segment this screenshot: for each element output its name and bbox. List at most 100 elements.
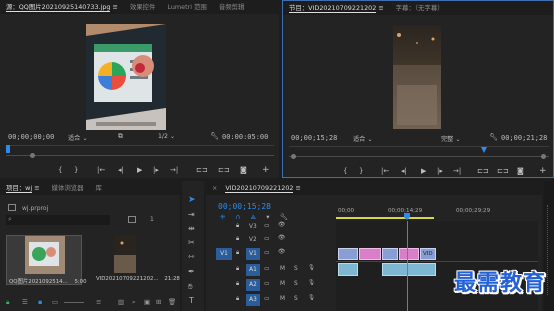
program-quality-dropdown[interactable]: 完整 ⌄ bbox=[441, 134, 461, 143]
a1-clip-2[interactable] bbox=[382, 263, 436, 276]
camera-icon[interactable]: ◙ bbox=[240, 166, 247, 174]
program-playhead[interactable] bbox=[481, 147, 487, 153]
wrench-icon[interactable]: 🔧︎ bbox=[210, 132, 219, 140]
program-step-back-icon[interactable]: ◂| bbox=[401, 167, 407, 175]
source-zoom-bar[interactable] bbox=[6, 153, 274, 159]
tab-libraries[interactable]: 库 bbox=[90, 181, 108, 195]
zoom-slider[interactable] bbox=[64, 302, 84, 303]
list-view-icon[interactable]: ☰ bbox=[22, 298, 28, 306]
extract-icon[interactable]: ⊏⊐ bbox=[497, 167, 509, 175]
v1-clip-1[interactable] bbox=[338, 248, 358, 260]
solo-a3-button[interactable]: S bbox=[294, 296, 298, 302]
sync-v1-icon[interactable]: ▭ bbox=[264, 250, 269, 256]
lock-v2-icon[interactable]: 🔒︎ bbox=[236, 236, 239, 243]
lock-icon[interactable]: 🔒︎ bbox=[6, 298, 9, 307]
program-add-button-icon[interactable]: + bbox=[539, 166, 547, 176]
new-bin-icon[interactable] bbox=[128, 216, 136, 223]
track-v1-label[interactable]: V1 bbox=[246, 248, 260, 260]
tab-lumetri-scopes[interactable]: Lumetri 范围 bbox=[161, 0, 212, 14]
mute-a1-button[interactable]: M bbox=[280, 266, 285, 272]
overwrite-icon[interactable]: ⊏⊐ bbox=[218, 166, 230, 174]
sync-v3-icon[interactable]: ▭ bbox=[264, 223, 269, 229]
program-step-forward-icon[interactable]: |▸ bbox=[437, 167, 443, 175]
insert-icon[interactable]: ⊏⊐ bbox=[196, 166, 208, 174]
program-play-icon[interactable]: ▶ bbox=[421, 167, 426, 175]
snap-icon[interactable]: ∩ bbox=[236, 213, 241, 221]
eye-v2-icon[interactable]: 👁︎ bbox=[278, 235, 285, 241]
program-timecode[interactable]: 00;00;15;28 bbox=[291, 134, 337, 142]
type-tool-icon[interactable]: T bbox=[189, 296, 194, 305]
program-fit-dropdown[interactable]: 适合 ⌄ bbox=[353, 134, 373, 143]
settings-icon[interactable]: 🔧︎ bbox=[280, 213, 288, 221]
sync-a2-icon[interactable]: ▭ bbox=[264, 281, 269, 287]
razor-tool-icon[interactable]: ✂ bbox=[188, 238, 195, 247]
track-a3-label[interactable]: A3 bbox=[246, 294, 260, 306]
mark-in-icon[interactable]: { bbox=[58, 166, 62, 174]
lock-v1-icon[interactable]: 🔒︎ bbox=[236, 250, 239, 257]
eye-v1-icon[interactable]: 👁︎ bbox=[278, 249, 285, 255]
track-select-tool-icon[interactable]: ⇥ bbox=[188, 210, 195, 219]
lock-a3-icon[interactable]: 🔒︎ bbox=[236, 296, 239, 303]
slip-tool-icon[interactable]: ⇿ bbox=[188, 252, 195, 261]
ripple-edit-tool-icon[interactable]: ⇹ bbox=[188, 224, 195, 233]
source-fit-dropdown[interactable]: 适合 ⌄ bbox=[68, 133, 88, 142]
a1-clip-1[interactable] bbox=[338, 263, 358, 276]
mic-a1-icon[interactable]: 🎙︎ bbox=[308, 265, 315, 271]
program-go-to-in-icon[interactable]: |← bbox=[381, 167, 389, 175]
timeline-timecode[interactable]: 00;00;15;28 bbox=[218, 202, 271, 211]
tab-project[interactable]: 项目：wj ≡ bbox=[0, 181, 46, 195]
add-button-icon[interactable]: + bbox=[262, 165, 270, 175]
program-wrench-icon[interactable]: 🔧︎ bbox=[489, 133, 498, 141]
work-area-bar[interactable] bbox=[336, 217, 434, 219]
project-search-input[interactable]: ⌕ bbox=[6, 215, 110, 225]
track-a2-label[interactable]: A2 bbox=[246, 279, 260, 291]
program-mark-out-icon[interactable]: } bbox=[359, 167, 363, 175]
lock-a2-icon[interactable]: 🔒︎ bbox=[236, 281, 239, 288]
program-go-to-out-icon[interactable]: →| bbox=[453, 167, 461, 175]
sort-icon[interactable]: ≡ bbox=[96, 298, 101, 306]
new-bin-footer-icon[interactable]: ▣ bbox=[144, 298, 150, 306]
tab-effect-controls[interactable]: 效果控件 bbox=[124, 0, 162, 14]
eye-v3-icon[interactable]: 👁︎ bbox=[278, 222, 285, 228]
v1-clip-3[interactable] bbox=[382, 248, 398, 260]
source-patch-v1[interactable]: V1 bbox=[216, 248, 232, 260]
mute-a3-button[interactable]: M bbox=[280, 296, 285, 302]
source-scrub-bar[interactable] bbox=[6, 145, 274, 153]
trash-icon[interactable]: 🗑︎ bbox=[168, 298, 176, 306]
time-ruler[interactable]: 00;00 00;00;14;29 00;00;29;29 bbox=[336, 206, 538, 220]
icon-view-icon[interactable]: ▪ bbox=[38, 298, 42, 306]
go-to-in-icon[interactable]: |← bbox=[97, 166, 105, 174]
solo-a1-button[interactable]: S bbox=[294, 266, 298, 272]
source-zoom-handle[interactable] bbox=[30, 153, 35, 158]
step-back-icon[interactable]: ◂| bbox=[118, 166, 124, 174]
tab-captions[interactable]: 字幕：（无字幕） bbox=[390, 1, 450, 15]
sync-v2-icon[interactable]: ▭ bbox=[264, 236, 269, 242]
linked-icon[interactable]: ⟁ bbox=[250, 213, 256, 221]
source-timecode[interactable]: 00;00;00;00 bbox=[8, 133, 54, 141]
program-mark-in-icon[interactable]: { bbox=[343, 167, 347, 175]
project-item-card[interactable]: QQ图片2021092514... 5:00 bbox=[6, 235, 87, 285]
tab-program[interactable]: 节目：VID20210709221202 ≡ bbox=[283, 1, 390, 15]
find-icon[interactable]: ⌕ bbox=[132, 298, 136, 307]
v1-clip-2[interactable] bbox=[359, 248, 381, 260]
selection-tool-icon[interactable]: ➤ bbox=[188, 195, 196, 205]
lift-icon[interactable]: ⊏⊐ bbox=[477, 167, 489, 175]
tab-media-browser[interactable]: 媒体浏览器 bbox=[46, 181, 90, 195]
go-to-out-icon[interactable]: →| bbox=[170, 166, 178, 174]
program-zoom-bar[interactable] bbox=[289, 154, 549, 160]
play-icon[interactable]: ▶ bbox=[137, 166, 142, 174]
solo-a2-button[interactable]: S bbox=[294, 281, 298, 287]
program-zoom-handle-right[interactable] bbox=[541, 154, 546, 159]
v1-clip-4[interactable] bbox=[399, 248, 419, 260]
tab-source[interactable]: 源：QQ图片20210925140733.jpg ≡ bbox=[0, 0, 124, 14]
v1-clip-5[interactable]: VID bbox=[420, 248, 436, 260]
source-export-frame-icon[interactable]: ⧉ bbox=[118, 132, 123, 141]
freeform-view-icon[interactable]: ▭ bbox=[52, 298, 58, 306]
new-item-icon[interactable]: ⊞ bbox=[156, 298, 161, 306]
lock-a1-icon[interactable]: 🔒︎ bbox=[236, 266, 239, 273]
source-playhead[interactable] bbox=[6, 145, 10, 153]
project-item-video[interactable]: VID20210709221202... 21:28 bbox=[96, 235, 180, 285]
close-icon[interactable]: × bbox=[206, 181, 219, 195]
mark-out-icon[interactable]: } bbox=[74, 166, 78, 174]
source-resolution-dropdown[interactable]: 1/2 ⌄ bbox=[158, 133, 175, 140]
